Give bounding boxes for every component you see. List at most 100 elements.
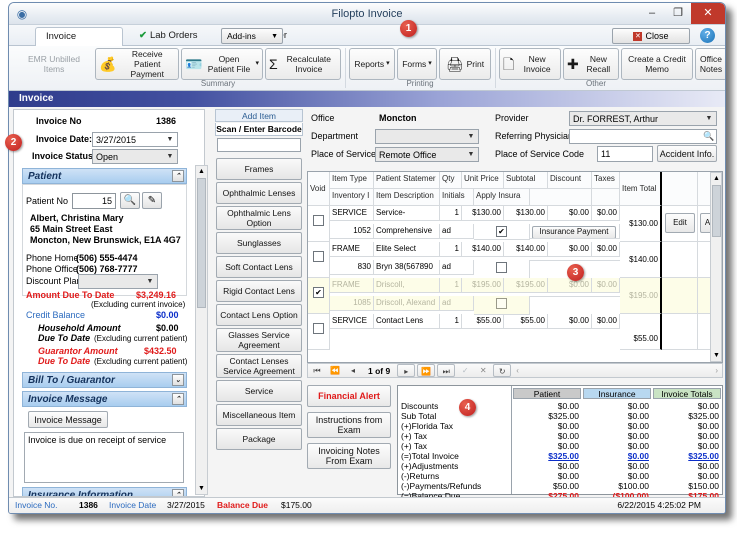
void-checkbox[interactable] [313, 251, 324, 262]
collapse-icon[interactable]: ⌃ [172, 393, 184, 405]
forms-button[interactable]: Forms ▾ [397, 48, 437, 80]
apply-insurance-checkbox[interactable] [496, 262, 507, 273]
pos-code-input[interactable]: 11 [597, 146, 653, 162]
table-row-insurance-payment-cell[interactable]: Insurance Payment [530, 224, 620, 239]
hscroll-left-icon[interactable]: ‹ [512, 366, 715, 375]
invoicing-notes-button[interactable]: Invoicing Notes From Exam [307, 443, 391, 469]
chevron-down-icon[interactable]: ▼ [163, 150, 177, 163]
patient-search-button[interactable]: 🔍 [120, 192, 140, 209]
item-button-frames[interactable]: Frames [216, 158, 302, 180]
create-credit-memo-button[interactable]: Create a Credit Memo [621, 48, 693, 80]
scroll-thumb[interactable] [197, 178, 206, 308]
help-icon[interactable]: ? [700, 28, 715, 43]
chevron-down-icon[interactable]: ▼ [163, 133, 177, 146]
totals-row-total[interactable]: $325.00 [653, 452, 719, 461]
referring-physician-input[interactable]: 🔍 [569, 129, 717, 144]
chevron-down-icon[interactable]: ▼ [143, 275, 157, 288]
addins-dropdown[interactable]: Add-ins ▼ [221, 28, 283, 44]
table-row-apply-insurance[interactable] [474, 296, 530, 315]
accident-info-button[interactable]: Accident Info. [657, 145, 717, 162]
table-row-edit-cell[interactable] [662, 278, 698, 314]
invoice-message-header[interactable]: Invoice Message ⌃ [22, 391, 187, 407]
chevron-down-icon[interactable]: ▾ [386, 59, 390, 69]
item-button-miscellaneous-item[interactable]: Miscellaneous Item [216, 404, 302, 426]
barcode-input[interactable] [217, 138, 301, 152]
invoice-message-button[interactable]: Invoice Message [28, 411, 108, 428]
item-button-ophthalmic-lens-option[interactable]: Ophthalmic Lens Option [216, 206, 302, 230]
new-recall-button[interactable]: ✚ New Recall [563, 48, 619, 80]
grid-scroll-thumb[interactable] [712, 185, 721, 237]
patient-edit-button[interactable]: ✎ [142, 192, 162, 209]
table-row-void-cell[interactable]: ✔ [308, 278, 330, 314]
nav-cancel-button[interactable]: ✕ [474, 364, 492, 377]
print-button[interactable]: 🖨 Print [439, 48, 491, 80]
apply-insurance-checkbox[interactable]: ✔ [496, 226, 507, 237]
insurance-information-header[interactable]: Insurance Information ⌃ [22, 487, 187, 496]
left-panel-scrollbar[interactable]: ▲ ▼ [195, 165, 208, 495]
scroll-up-icon[interactable]: ▲ [711, 173, 722, 184]
office-notes-button[interactable]: Office Notes [695, 48, 725, 80]
collapse-icon[interactable]: ⌃ [172, 489, 184, 496]
void-checkbox[interactable]: ✔ [313, 287, 324, 298]
chevron-down-icon[interactable]: ▾ [428, 59, 432, 69]
table-row-void-cell[interactable] [308, 206, 330, 242]
receive-patient-payment-button[interactable]: 💰 Receive Patient Payment [95, 48, 179, 80]
open-patient-file-button[interactable]: 🪪 Open Patient File ▾ [181, 48, 263, 80]
close-window-button[interactable]: ✕ [691, 3, 725, 24]
nav-prev-button[interactable]: ◂ [344, 364, 362, 377]
place-of-service-select[interactable]: Remote Office ▼ [375, 147, 479, 162]
item-button-soft-contact-lens[interactable]: Soft Contact Lens [216, 256, 302, 278]
void-checkbox[interactable] [313, 215, 324, 226]
emr-unbilled-items-button[interactable]: EMR Unbilled Items [15, 48, 93, 80]
chevron-down-icon[interactable]: ▼ [464, 130, 478, 143]
table-row-void-cell[interactable] [308, 314, 330, 350]
minimize-button[interactable]: – [639, 3, 665, 24]
nav-prev-page-button[interactable]: ⏪ [326, 364, 344, 377]
discount-plan-select[interactable]: ▼ [78, 274, 158, 289]
invoice-message-textarea[interactable]: Invoice is due on receipt of service [24, 432, 184, 483]
financial-alert-button[interactable]: Financial Alert [307, 385, 391, 407]
table-row-edit-cell[interactable]: Edit [662, 206, 698, 242]
nav-accept-button[interactable]: ✓ [456, 364, 474, 377]
collapse-icon[interactable]: ⌃ [172, 170, 184, 182]
chevron-down-icon[interactable]: ▼ [464, 148, 478, 161]
maximize-button[interactable]: ❐ [665, 3, 691, 24]
edit-button[interactable]: Edit [665, 213, 695, 233]
invoice-items-grid[interactable]: Void Item Type Inventory I Patient State… [307, 171, 723, 363]
department-select[interactable]: ▼ [375, 129, 479, 144]
totals-row-insurance[interactable]: $0.00 [583, 452, 649, 461]
table-row-edit-cell[interactable] [662, 242, 698, 278]
tab-lab-orders[interactable]: ✔ Lab Orders [129, 27, 208, 46]
nav-next-page-button[interactable]: ⏩ [417, 364, 436, 377]
nav-first-button[interactable]: ⏮ [308, 364, 326, 377]
totals-row-patient[interactable]: $325.00 [513, 452, 579, 461]
insurance-payment-button[interactable]: Insurance Payment [532, 225, 616, 238]
bill-to-guarantor-header[interactable]: Bill To / Guarantor ⌄ [22, 372, 187, 388]
item-button-sunglasses[interactable]: Sunglasses [216, 232, 302, 254]
invoice-status-select[interactable]: Open ▼ [92, 149, 178, 164]
void-checkbox[interactable] [313, 323, 324, 334]
invoice-date-input[interactable]: 3/27/2015 ▼ [92, 132, 178, 147]
chevron-down-icon[interactable]: ▼ [702, 112, 716, 125]
tab-invoice-summary[interactable]: Invoice Summary [35, 27, 123, 60]
table-row-void-cell[interactable] [308, 242, 330, 278]
nav-refresh-button[interactable]: ↻ [493, 364, 512, 377]
add-item-label[interactable]: Add Item [215, 109, 303, 122]
item-button-glasses-service-agreement[interactable]: Glasses Service Agreement [216, 328, 302, 352]
scroll-down-icon[interactable]: ▼ [711, 350, 722, 361]
scroll-up-icon[interactable]: ▲ [196, 166, 207, 177]
table-row-apply-insurance[interactable] [474, 260, 530, 279]
apply-insurance-checkbox[interactable] [496, 298, 507, 309]
item-button-contact-lens-option[interactable]: Contact Lens Option [216, 304, 302, 326]
item-button-ophthalmic-lenses[interactable]: Ophthalmic Lenses [216, 182, 302, 204]
table-row-apply-insurance[interactable]: ✔ [474, 224, 530, 240]
instructions-from-exam-button[interactable]: Instructions from Exam [307, 412, 391, 438]
item-button-rigid-contact-lens[interactable]: Rigid Contact Lens [216, 280, 302, 302]
nav-next-button[interactable]: ▸ [397, 364, 416, 377]
item-button-service[interactable]: Service [216, 380, 302, 402]
recalculate-invoice-button[interactable]: Σ Recalculate Invoice [265, 48, 341, 80]
nav-last-button[interactable]: ⏭ [437, 364, 456, 377]
reports-button[interactable]: Reports ▾ [349, 48, 395, 80]
hscroll-right-icon[interactable]: › [715, 366, 722, 375]
search-icon[interactable]: 🔍 [702, 130, 716, 143]
